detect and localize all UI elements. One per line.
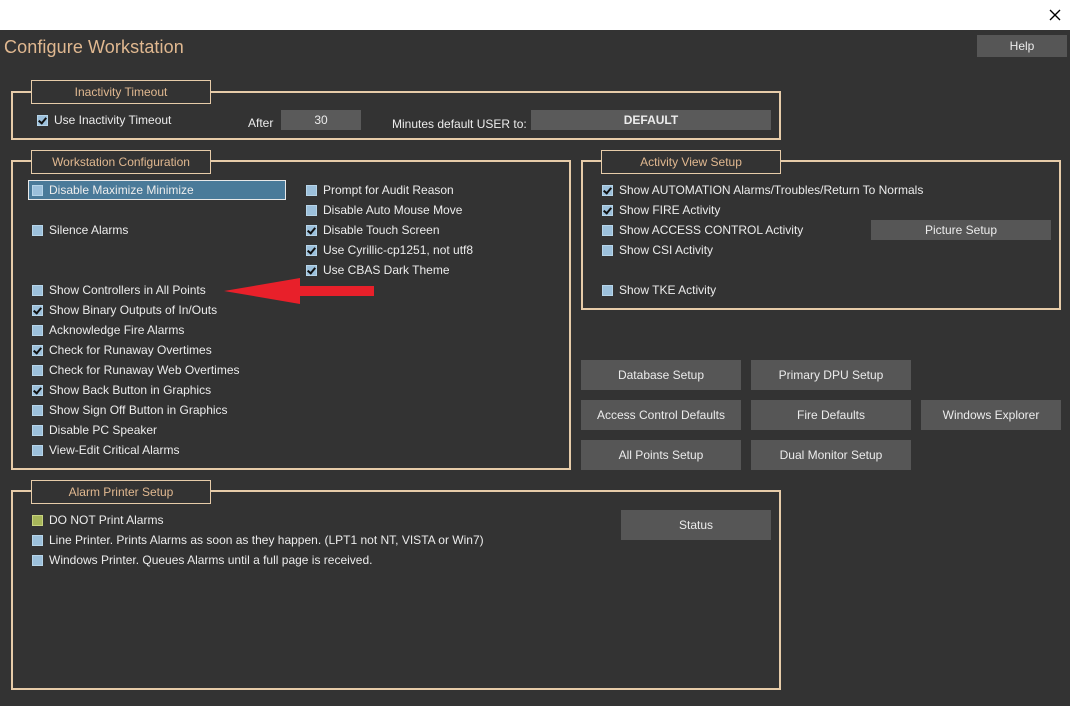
workstation-configuration-legend: Workstation Configuration xyxy=(31,150,211,174)
windows-explorer-button[interactable]: Windows Explorer xyxy=(921,400,1061,430)
checkbox-label: Windows Printer. Queues Alarms until a f… xyxy=(49,553,373,567)
checkbox-unchecked-icon xyxy=(32,324,43,336)
checkbox-unchecked-icon xyxy=(32,364,43,376)
checkbox-label: Disable PC Speaker xyxy=(49,423,158,437)
close-icon xyxy=(1049,9,1061,21)
checkbox-checked-icon xyxy=(32,384,43,396)
checkbox-label: Show ACCESS CONTROL Activity xyxy=(619,223,804,237)
disable-pc-speaker-checkbox[interactable]: Disable PC Speaker xyxy=(32,422,157,438)
checkbox-label: Disable Auto Mouse Move xyxy=(323,203,463,217)
red-arrow-annotation xyxy=(224,278,374,304)
checkbox-unchecked-icon xyxy=(306,184,317,196)
minutes-default-user-label: Minutes default USER to: xyxy=(392,117,527,131)
check-for-runaway-web-overtimes-checkbox[interactable]: Check for Runaway Web Overtimes xyxy=(32,362,240,378)
show-access-control-activity-checkbox[interactable]: Show ACCESS CONTROL Activity xyxy=(602,222,803,238)
checkbox-label: Show Back Button in Graphics xyxy=(49,383,212,397)
checkbox-label: DO NOT Print Alarms xyxy=(49,513,164,527)
all-points-setup-button[interactable]: All Points Setup xyxy=(581,440,741,470)
checkbox-label: Show Controllers in All Points xyxy=(49,283,206,297)
checkbox-unchecked-icon xyxy=(32,534,43,546)
checkbox-label: Show Binary Outputs of In/Outs xyxy=(49,303,218,317)
configure-workstation-window: Configure Workstation Help Inactivity Ti… xyxy=(0,30,1070,706)
show-sign-off-button-in-graphics-checkbox[interactable]: Show Sign Off Button in Graphics xyxy=(32,402,228,418)
checkbox-label: Use Cyrillic-cp1251, not utf8 xyxy=(323,243,474,257)
checkbox-label: Line Printer. Prints Alarms as soon as t… xyxy=(49,533,484,547)
window-titlebar xyxy=(0,0,1070,30)
activity-view-setup-legend: Activity View Setup xyxy=(601,150,781,174)
primary-dpu-setup-button[interactable]: Primary DPU Setup xyxy=(751,360,911,390)
checkbox-label: Show CSI Activity xyxy=(619,243,714,257)
checkbox-label: Disable Touch Screen xyxy=(323,223,440,237)
checkbox-unchecked-icon xyxy=(32,554,43,566)
show-controllers-in-all-points-checkbox[interactable]: Show Controllers in All Points xyxy=(32,282,206,298)
show-tke-activity-checkbox[interactable]: Show TKE Activity xyxy=(602,282,716,298)
access-control-defaults-button[interactable]: Access Control Defaults xyxy=(581,400,741,430)
checkbox-checked-icon xyxy=(306,264,317,276)
checkbox-checked-icon xyxy=(37,114,48,126)
checkbox-unchecked-icon xyxy=(306,204,317,216)
after-label: After xyxy=(248,116,274,130)
line-printer-prints-alarms-as-soon-as-they-happen-lpt1-not-nt-vista-or-win7-checkbox[interactable]: Line Printer. Prints Alarms as soon as t… xyxy=(32,532,484,548)
checkbox-checked-icon xyxy=(32,344,43,356)
checkbox-unchecked-icon xyxy=(32,404,43,416)
fire-defaults-button[interactable]: Fire Defaults xyxy=(751,400,911,430)
checkbox-label: Prompt for Audit Reason xyxy=(323,183,454,197)
do-not-print-alarms-checkbox[interactable]: DO NOT Print Alarms xyxy=(32,512,163,528)
checkbox-label: View-Edit Critical Alarms xyxy=(49,443,180,457)
picture-setup-button[interactable]: Picture Setup xyxy=(871,220,1051,240)
checkbox-unchecked-icon xyxy=(32,184,43,196)
checkbox-label: Check for Runaway Web Overtimes xyxy=(49,363,240,377)
show-back-button-in-graphics-checkbox[interactable]: Show Back Button in Graphics xyxy=(32,382,211,398)
prompt-for-audit-reason-checkbox[interactable]: Prompt for Audit Reason xyxy=(306,182,454,198)
checkbox-checked-icon xyxy=(306,224,317,236)
radio-selected-icon xyxy=(32,514,43,526)
acknowledge-fire-alarms-checkbox[interactable]: Acknowledge Fire Alarms xyxy=(32,322,184,338)
checkbox-unchecked-icon xyxy=(32,284,43,296)
disable-touch-screen-checkbox[interactable]: Disable Touch Screen xyxy=(306,222,440,238)
checkbox-label: Show TKE Activity xyxy=(619,283,717,297)
show-binary-outputs-of-in-outs-checkbox[interactable]: Show Binary Outputs of In/Outs xyxy=(32,302,217,318)
alarm-printer-setup-legend: Alarm Printer Setup xyxy=(31,480,211,504)
checkbox-unchecked-icon xyxy=(602,244,613,256)
checkbox-label: Show Sign Off Button in Graphics xyxy=(49,403,228,417)
checkbox-label: Check for Runaway Overtimes xyxy=(49,343,212,357)
checkbox-label: Disable Maximize Minimize xyxy=(49,183,194,197)
checkbox-checked-icon xyxy=(32,304,43,316)
checkbox-label: Use Inactivity Timeout xyxy=(54,113,172,127)
default-user-input[interactable]: DEFAULT xyxy=(531,110,771,130)
checkbox-unchecked-icon xyxy=(602,224,613,236)
checkbox-label: Show AUTOMATION Alarms/Troubles/Return T… xyxy=(619,183,924,197)
checkbox-unchecked-icon xyxy=(32,444,43,456)
checkbox-checked-icon xyxy=(306,244,317,256)
silence-alarms-checkbox[interactable]: Silence Alarms xyxy=(32,222,128,238)
use-inactivity-timeout-checkbox[interactable]: Use Inactivity Timeout xyxy=(37,112,171,128)
show-csi-activity-checkbox[interactable]: Show CSI Activity xyxy=(602,242,713,258)
windows-printer-queues-alarms-until-a-full-page-is-received-checkbox[interactable]: Windows Printer. Queues Alarms until a f… xyxy=(32,552,372,568)
disable-auto-mouse-move-checkbox[interactable]: Disable Auto Mouse Move xyxy=(306,202,462,218)
checkbox-checked-icon xyxy=(602,184,613,196)
use-cyrillic-cp1251-not-utf8-checkbox[interactable]: Use Cyrillic-cp1251, not utf8 xyxy=(306,242,473,258)
database-setup-button[interactable]: Database Setup xyxy=(581,360,741,390)
show-fire-activity-checkbox[interactable]: Show FIRE Activity xyxy=(602,202,720,218)
checkbox-checked-icon xyxy=(602,204,613,216)
check-for-runaway-overtimes-checkbox[interactable]: Check for Runaway Overtimes xyxy=(32,342,212,358)
help-button[interactable]: Help xyxy=(977,35,1067,57)
checkbox-label: Silence Alarms xyxy=(49,223,129,237)
show-automation-alarms-troubles-return-to-normals-checkbox[interactable]: Show AUTOMATION Alarms/Troubles/Return T… xyxy=(602,182,923,198)
checkbox-label: Acknowledge Fire Alarms xyxy=(49,323,185,337)
close-button[interactable] xyxy=(1040,0,1070,30)
checkbox-unchecked-icon xyxy=(32,424,43,436)
disable-maximize-minimize-checkbox[interactable]: Disable Maximize Minimize xyxy=(32,182,194,198)
checkbox-unchecked-icon xyxy=(32,224,43,236)
checkbox-label: Use CBAS Dark Theme xyxy=(323,263,450,277)
inactivity-timeout-legend: Inactivity Timeout xyxy=(31,80,211,104)
checkbox-unchecked-icon xyxy=(602,284,613,296)
dual-monitor-setup-button[interactable]: Dual Monitor Setup xyxy=(751,440,911,470)
timeout-minutes-input[interactable]: 30 xyxy=(281,110,361,130)
checkbox-label: Show FIRE Activity xyxy=(619,203,721,217)
status-button[interactable]: Status xyxy=(621,510,771,540)
page-title: Configure Workstation xyxy=(4,37,184,57)
view-edit-critical-alarms-checkbox[interactable]: View-Edit Critical Alarms xyxy=(32,442,179,458)
